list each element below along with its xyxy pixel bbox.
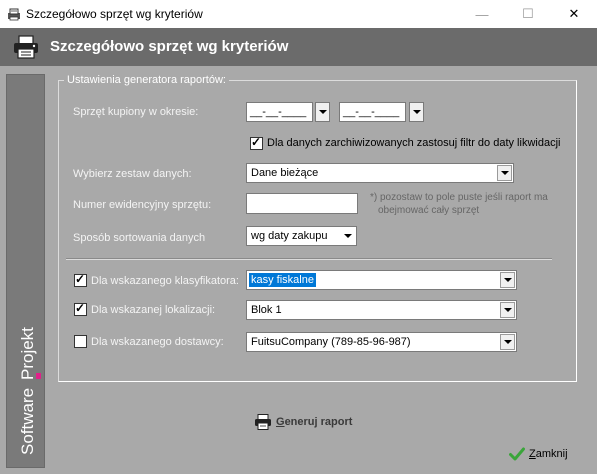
page-title: Szczegółowo sprzęt wg kryteriów <box>50 38 289 55</box>
generate-accesskey: G <box>276 416 285 428</box>
dataset-select[interactable]: Dane bieżące <box>246 163 514 183</box>
generate-report-button[interactable]: Generuj raport <box>254 412 352 432</box>
dataset-value: Dane bieżące <box>251 167 319 179</box>
archived-filter-checkbox[interactable]: ✓ <box>250 135 263 150</box>
supplier-value: FuitsuCompany (789-85-96-987) <box>251 336 411 348</box>
date-to-value: __-__-____ <box>343 106 400 118</box>
checkmark-icon: ✓ <box>75 272 86 286</box>
sort-value: wg daty zakupu <box>251 230 328 242</box>
close-icon: ✕ <box>568 6 580 21</box>
classifier-checkbox[interactable]: ✓ <box>74 272 87 287</box>
inventory-note-line2: obejmować cały sprzęt <box>378 205 480 216</box>
supplier-checkbox[interactable] <box>74 335 87 348</box>
date-from-field[interactable]: __-__-____ <box>246 102 313 122</box>
location-checkbox[interactable]: ✓ <box>74 301 87 316</box>
chevron-down-icon <box>500 334 515 350</box>
chevron-down-icon <box>497 165 512 181</box>
checkmark-icon: ✓ <box>251 135 262 149</box>
brand-text-2: Projekt <box>18 327 37 380</box>
chevron-down-icon <box>412 110 421 114</box>
inventory-number-input[interactable] <box>246 193 358 214</box>
inventory-note-line1: *) pozostaw to pole puste jeśli raport m… <box>370 192 548 203</box>
softwareprojekt-logo: Software Projekt <box>18 327 41 455</box>
window-title: Szczegółowo sprzęt wg kryteriów <box>26 7 203 21</box>
period-label: Sprzęt kupiony w okresie: <box>73 106 199 118</box>
sidebar-brand-strip: Software Projekt <box>6 74 45 468</box>
supplier-label: Dla wskazanego dostawcy: <box>91 336 224 348</box>
close-label: amknij <box>535 448 568 460</box>
checkmark-icon <box>509 447 525 461</box>
close-button[interactable]: Zamknij <box>509 445 568 463</box>
checkmark-icon: ✓ <box>75 301 86 315</box>
date-to-dropdown[interactable] <box>409 102 424 122</box>
location-value: Blok 1 <box>251 304 282 316</box>
classifier-select[interactable]: kasy fiskalne <box>246 270 517 290</box>
supplier-select[interactable]: FuitsuCompany (789-85-96-987) <box>246 332 517 352</box>
separator <box>66 258 552 260</box>
maximize-button[interactable]: ☐ <box>505 0 551 28</box>
brand-accent <box>36 373 41 379</box>
date-from-dropdown[interactable] <box>315 102 330 122</box>
minimize-button[interactable]: — <box>459 0 505 28</box>
archived-filter-label: Dla danych zarchiwizowanych zastosuj fil… <box>267 137 561 149</box>
location-select[interactable]: Blok 1 <box>246 300 517 320</box>
date-to-field[interactable]: __-__-____ <box>339 102 406 122</box>
sort-select[interactable]: wg daty zakupu <box>246 226 357 246</box>
classifier-value: kasy fiskalne <box>249 273 316 287</box>
window-titlebar: Szczegółowo sprzęt wg kryteriów — ☐ ✕ <box>0 0 597 28</box>
close-window-button[interactable]: ✕ <box>551 0 597 28</box>
brand-text-1: Software <box>18 388 37 455</box>
dataset-label: Wybierz zestaw danych: <box>73 168 192 180</box>
inventory-label: Numer ewidencyjny sprzętu: <box>73 199 212 211</box>
classifier-label: Dla wskazanego klasyfikatora: <box>91 275 239 287</box>
chevron-down-icon <box>500 272 515 288</box>
generate-label: eneruj raport <box>284 416 353 428</box>
printer-icon <box>255 414 271 430</box>
location-label: Dla wskazanej lokalizacji: <box>91 304 216 316</box>
dialog-header: Szczegółowo sprzęt wg kryteriów <box>0 28 597 66</box>
maximize-icon: ☐ <box>522 6 534 21</box>
sort-label: Sposób sortowania danych <box>73 232 206 244</box>
printer-icon <box>14 35 38 59</box>
close-accesskey: Z <box>529 448 536 460</box>
app-icon <box>8 8 20 21</box>
chevron-down-icon <box>318 110 327 114</box>
chevron-down-icon <box>500 302 515 318</box>
date-from-value: __-__-____ <box>250 106 307 118</box>
group-legend: Ustawienia generatora raportów: <box>64 74 229 86</box>
chevron-down-icon <box>340 228 355 244</box>
minimize-icon: — <box>475 6 489 22</box>
